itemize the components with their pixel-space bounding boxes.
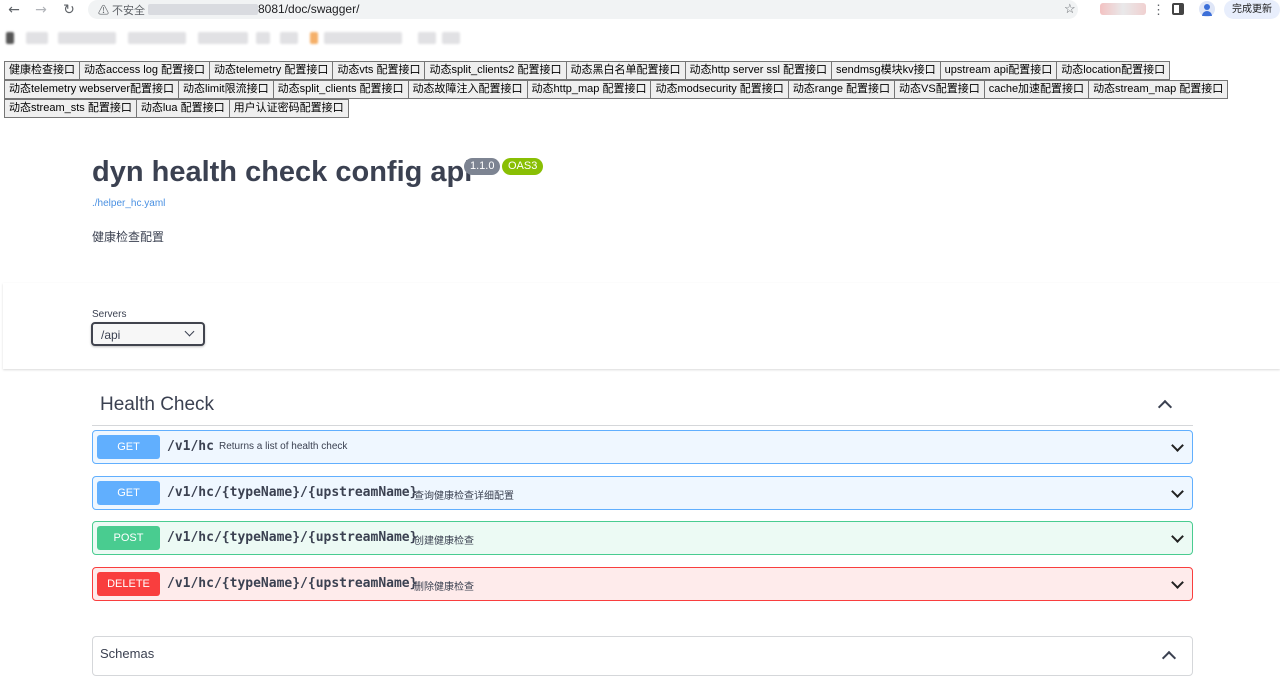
tag-header-health-check[interactable]: Health Check xyxy=(92,386,1193,426)
operation-summary: 查询健康检查详细配置 xyxy=(414,491,514,502)
operation-delete[interactable]: DELETE /v1/hc/{typeName}/{upstreamName} … xyxy=(92,567,1193,601)
nav-button[interactable]: sendmsg模块kv接口 xyxy=(831,61,941,80)
chevron-up-icon[interactable] xyxy=(1161,650,1177,666)
chevron-down-icon xyxy=(184,326,195,337)
bookmark-item[interactable] xyxy=(418,32,436,44)
nav-row-2: 动态telemetry webserver配置接口 动态limit限流接口 动态… xyxy=(4,80,1229,99)
nav-button[interactable]: 动态lua 配置接口 xyxy=(135,99,230,118)
bookmark-item[interactable] xyxy=(310,32,318,44)
chevron-down-icon[interactable] xyxy=(1171,485,1184,498)
bookmark-item[interactable] xyxy=(128,32,186,44)
operation-path: /v1/hc/{typeName}/{upstreamName} xyxy=(167,530,418,545)
api-description: 健康检查配置 xyxy=(92,230,165,244)
chevron-down-icon[interactable] xyxy=(1171,530,1184,543)
nav-button[interactable]: 动态modsecurity 配置接口 xyxy=(650,80,789,99)
nav-button[interactable]: 动态http_map 配置接口 xyxy=(526,80,652,99)
bookmark-item[interactable] xyxy=(26,32,48,44)
servers-label: Servers xyxy=(92,309,127,320)
nav-button[interactable]: 动态故障注入配置接口 xyxy=(407,80,528,99)
operation-get-list[interactable]: GET /v1/hc Returns a list of health chec… xyxy=(92,430,1193,464)
nav-button[interactable]: 动态split_clients 配置接口 xyxy=(272,80,409,99)
operation-post-create[interactable]: POST /v1/hc/{typeName}/{upstreamName} 创建… xyxy=(92,521,1193,555)
tag-title: Health Check xyxy=(100,394,215,415)
operation-summary: Returns a list of health check xyxy=(219,441,348,452)
side-panel-icon[interactable] xyxy=(1172,3,1184,15)
chevron-down-icon[interactable] xyxy=(1171,576,1184,589)
nav-button[interactable]: 健康检查接口 xyxy=(4,61,80,80)
api-title: dyn health check config api xyxy=(92,156,473,188)
oas-badge: OAS3 xyxy=(502,158,544,175)
nav-button[interactable]: 动态vts 配置接口 xyxy=(332,61,426,80)
browser-toolbar: ← → ↻ ⚠ 不安全 8081/doc/swagger/ ☆ ⋮ 完成更新 xyxy=(0,0,1280,20)
update-button[interactable]: 完成更新 xyxy=(1224,0,1280,19)
spec-link[interactable]: ./helper_hc.yaml xyxy=(92,198,165,209)
url-path: 8081/doc/swagger/ xyxy=(258,2,360,16)
nav-button[interactable]: 用户认证密码配置接口 xyxy=(228,99,349,118)
extensions-area[interactable] xyxy=(1100,3,1146,15)
server-selected-value: /api xyxy=(101,328,121,342)
bookmark-item[interactable] xyxy=(198,32,248,44)
operation-summary: 创建健康检查 xyxy=(414,536,474,547)
method-badge: GET xyxy=(97,481,160,505)
api-nav-buttons: 健康检查接口 动态access log 配置接口 动态telemetry 配置接… xyxy=(4,61,1229,118)
bookmark-item[interactable] xyxy=(280,32,298,44)
profile-icon[interactable] xyxy=(1199,1,1215,17)
nav-row-1: 健康检查接口 动态access log 配置接口 动态telemetry 配置接… xyxy=(4,61,1204,80)
bookmark-item[interactable] xyxy=(58,32,116,44)
method-badge: GET xyxy=(97,435,160,459)
nav-row-3: 动态stream_sts 配置接口 动态lua 配置接口 用户认证密码配置接口 xyxy=(4,99,1204,118)
nav-button[interactable]: 动态access log 配置接口 xyxy=(79,61,211,80)
reload-icon[interactable]: ↻ xyxy=(61,2,77,18)
nav-button[interactable]: 动态telemetry 配置接口 xyxy=(209,61,334,80)
redacted-host xyxy=(148,4,258,15)
operation-path: /v1/hc xyxy=(167,439,214,454)
chevron-down-icon[interactable] xyxy=(1171,439,1184,452)
operation-path: /v1/hc/{typeName}/{upstreamName} xyxy=(167,485,418,500)
operation-path: /v1/hc/{typeName}/{upstreamName} xyxy=(167,576,418,591)
method-badge: DELETE xyxy=(97,572,160,596)
bookmarks-bar xyxy=(0,28,1280,48)
nav-button[interactable]: 动态VS配置接口 xyxy=(894,80,985,99)
nav-button[interactable]: 动态location配置接口 xyxy=(1056,61,1171,80)
forward-arrow-icon[interactable]: → xyxy=(33,2,49,18)
nav-button[interactable]: 动态stream_map 配置接口 xyxy=(1088,80,1229,99)
chevron-up-icon[interactable] xyxy=(1157,399,1173,415)
nav-button[interactable]: 动态黑白名单配置接口 xyxy=(565,61,686,80)
schemas-title: Schemas xyxy=(100,646,155,661)
version-badge: 1.1.0 xyxy=(464,158,501,175)
security-warning[interactable]: ⚠ 不安全 xyxy=(98,2,145,18)
operation-get-detail[interactable]: GET /v1/hc/{typeName}/{upstreamName} 查询健… xyxy=(92,476,1193,510)
nav-button[interactable]: 动态limit限流接口 xyxy=(178,80,274,99)
nav-button[interactable]: 动态range 配置接口 xyxy=(787,80,896,99)
server-select[interactable]: /api xyxy=(91,322,205,346)
method-badge: POST xyxy=(97,526,160,550)
more-menu-icon[interactable]: ⋮ xyxy=(1152,2,1165,18)
nav-button[interactable]: 动态telemetry webserver配置接口 xyxy=(4,80,180,99)
nav-button[interactable]: 动态http server ssl 配置接口 xyxy=(684,61,833,80)
nav-button[interactable]: 动态stream_sts 配置接口 xyxy=(4,99,137,118)
bookmark-item[interactable] xyxy=(6,32,14,44)
back-arrow-icon[interactable]: ← xyxy=(6,2,22,18)
bookmark-item[interactable] xyxy=(256,32,270,44)
nav-button[interactable]: 动态split_clients2 配置接口 xyxy=(424,61,567,80)
nav-button[interactable]: cache加速配置接口 xyxy=(983,80,1090,99)
operation-summary: 删除健康检查 xyxy=(414,582,474,593)
nav-button[interactable]: upstream api配置接口 xyxy=(939,61,1058,80)
bookmark-star-icon[interactable]: ☆ xyxy=(1064,1,1076,17)
schemas-section[interactable]: Schemas xyxy=(92,636,1193,676)
bookmark-item[interactable] xyxy=(324,32,402,44)
bookmark-item[interactable] xyxy=(442,32,460,44)
